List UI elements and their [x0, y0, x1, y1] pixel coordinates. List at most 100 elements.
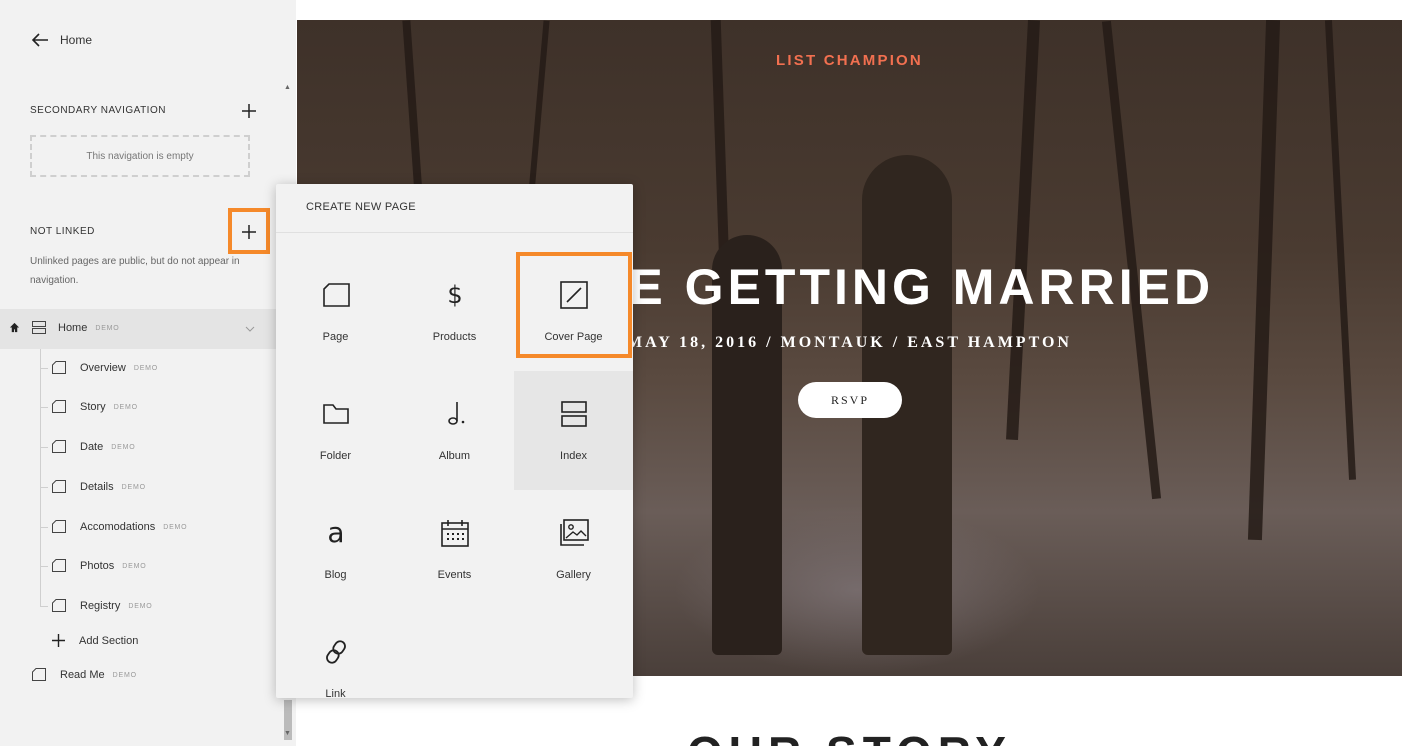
page-label: Accomodations	[80, 520, 156, 533]
sidebar-item-read-me[interactable]: Read Me DEMO	[32, 668, 137, 681]
page-label: Registry	[80, 599, 121, 612]
home-page-item[interactable]: Home DEMO	[9, 321, 120, 334]
tree-connector	[40, 527, 48, 528]
index-icon	[561, 401, 587, 427]
folder-icon	[323, 404, 349, 424]
section-title: OUR STORY	[297, 726, 1402, 746]
gallery-icon	[560, 519, 589, 546]
page-type-blog[interactable]: a Blog	[276, 490, 395, 609]
demo-badge: DEMO	[111, 444, 136, 451]
demo-badge: DEMO	[121, 484, 146, 491]
page-icon	[52, 480, 66, 493]
demo-badge: DEMO	[95, 325, 120, 332]
scroll-up-icon[interactable]: ▲	[284, 84, 291, 91]
sidebar-item-overview[interactable]: Overview DEMO	[52, 361, 158, 374]
page-type-events[interactable]: Events	[395, 490, 514, 609]
blog-icon: a	[327, 516, 344, 549]
page-label: Details	[80, 480, 114, 493]
tree-connector	[40, 407, 48, 408]
demo-badge: DEMO	[128, 603, 153, 610]
background-tree	[1324, 20, 1357, 480]
sidebar-item-accomodations[interactable]: Accomodations DEMO	[52, 520, 187, 533]
page-label: Overview	[80, 361, 126, 374]
chevron-down-icon[interactable]	[245, 326, 255, 332]
page-type-label: Cover Page	[544, 331, 603, 343]
create-new-page-popup: CREATE NEW PAGE Page $ Products Cover Pa…	[276, 184, 633, 698]
link-icon	[326, 640, 346, 664]
page-type-label: Album	[438, 450, 471, 462]
sidebar-item-date[interactable]: Date DEMO	[52, 440, 135, 453]
pages-sidebar: Home SECONDARY NAVIGATION This navigatio…	[0, 0, 296, 746]
demo-badge: DEMO	[112, 672, 137, 679]
page-type-label: Events	[437, 569, 472, 581]
page-type-label: Products	[432, 331, 477, 343]
sidebar-item-story[interactable]: Story DEMO	[52, 400, 138, 413]
page-type-label: Folder	[319, 450, 352, 462]
add-secondary-page-button[interactable]	[238, 100, 260, 122]
tree-connector	[40, 349, 41, 607]
sidebar-item-photos[interactable]: Photos DEMO	[52, 559, 146, 572]
empty-navigation-placeholder: This navigation is empty	[30, 135, 250, 177]
page-type-label: Gallery	[556, 569, 591, 581]
page-label: Read Me	[60, 668, 105, 681]
page-label: Home	[58, 321, 88, 334]
page-type-label: Index	[560, 450, 587, 462]
sidebar-item-details[interactable]: Details DEMO	[52, 480, 146, 493]
page-type-cover-page[interactable]: Cover Page	[514, 252, 633, 371]
demo-badge: DEMO	[122, 563, 147, 570]
tree-connector	[40, 606, 48, 607]
demo-badge: DEMO	[113, 404, 138, 411]
popup-title: CREATE NEW PAGE	[306, 201, 416, 213]
cover-page-icon	[560, 281, 588, 309]
page-icon	[32, 668, 46, 681]
page-type-gallery[interactable]: Gallery	[514, 490, 633, 609]
site-title[interactable]: LIST CHAMPION	[297, 52, 1402, 69]
svg-text:a: a	[327, 516, 344, 549]
page-label: Date	[80, 440, 104, 453]
page-type-link[interactable]: Link	[276, 609, 395, 698]
page-type-folder[interactable]: Folder	[276, 371, 395, 490]
page-type-label: Blog	[324, 569, 347, 581]
page-icon	[52, 559, 66, 572]
tree-connector	[40, 487, 48, 488]
back-button[interactable]: Home	[30, 30, 92, 50]
page-type-index[interactable]: Index	[514, 371, 633, 490]
sidebar-item-registry[interactable]: Registry DEMO	[52, 599, 153, 612]
add-unlinked-page-button[interactable]	[238, 221, 260, 243]
arrow-left-icon	[31, 33, 48, 47]
page-type-page[interactable]: Page	[276, 252, 395, 371]
scroll-down-icon[interactable]: ▼	[284, 730, 291, 737]
svg-text:$: $	[447, 281, 462, 309]
home-icon	[9, 322, 20, 333]
demo-badge: DEMO	[133, 365, 159, 372]
divider	[276, 232, 633, 233]
add-section-label: Add Section	[79, 634, 139, 647]
tree-connector	[40, 368, 48, 369]
music-note-icon	[448, 402, 465, 425]
secondary-navigation-title: SECONDARY NAVIGATION	[30, 105, 166, 116]
back-label: Home	[60, 33, 93, 47]
page-icon	[323, 283, 350, 307]
page-icon	[52, 361, 66, 374]
page-type-album[interactable]: Album	[395, 371, 514, 490]
rsvp-button[interactable]: RSVP	[798, 382, 902, 418]
plus-icon	[242, 104, 256, 118]
tree-connector	[40, 447, 48, 448]
plus-icon	[52, 634, 65, 647]
add-section-button[interactable]: Add Section	[52, 634, 138, 647]
index-icon	[32, 321, 46, 334]
background-tree	[1006, 20, 1040, 441]
not-linked-title: NOT LINKED	[30, 226, 95, 237]
page-icon	[52, 400, 66, 413]
tree-connector	[40, 566, 48, 567]
page-label: Photos	[80, 559, 115, 572]
page-type-label: Page	[322, 331, 349, 343]
page-icon	[52, 520, 66, 533]
page-label: Story	[80, 400, 106, 413]
page-type-products[interactable]: $ Products	[395, 252, 514, 371]
page-type-label: Link	[325, 688, 346, 698]
dollar-icon: $	[447, 281, 462, 309]
page-icon	[52, 599, 66, 612]
plus-icon	[242, 225, 256, 239]
calendar-icon	[441, 520, 469, 547]
